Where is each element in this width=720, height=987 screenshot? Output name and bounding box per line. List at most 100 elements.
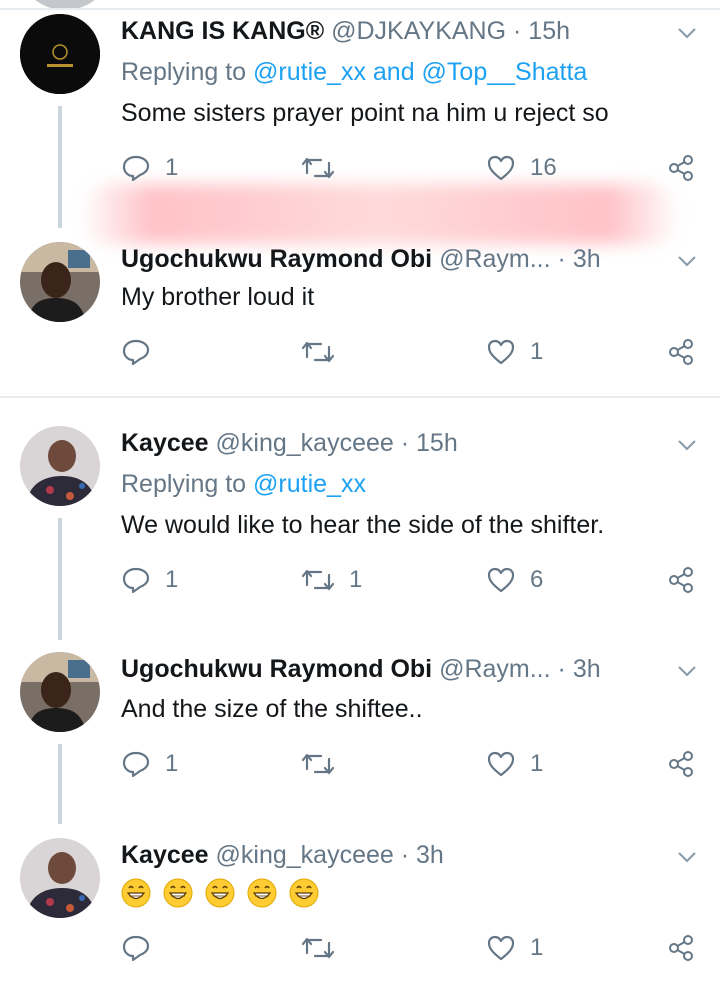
reply-icon [122,751,150,778]
timestamp[interactable]: 15h [416,429,458,457]
like-button[interactable]: 6 [486,562,543,598]
separator-dot: · [557,245,566,273]
timestamp[interactable]: 15h [528,17,570,45]
like-button[interactable]: 1 [486,746,543,782]
chevron-down-icon[interactable] [676,22,698,44]
share-button[interactable] [666,930,696,966]
user-handle[interactable]: @DJKAYKANG [331,17,506,45]
share-icon [669,155,693,181]
timestamp[interactable]: 3h [573,655,601,683]
like-count: 6 [530,566,544,593]
retweet-icon [301,569,335,591]
avatar[interactable] [20,242,100,322]
user-handle[interactable]: @Raym... [439,245,551,273]
display-name[interactable]: Ugochukwu Raymond Obi [121,245,432,273]
tweet-text: And the size of the shiftee.. [121,695,423,723]
tweet-header: Ugochukwu Raymond Obi @Raym... · 3h [121,242,670,276]
tweet-text: My brother loud it [121,283,315,311]
user-handle[interactable]: @king_kayceee [216,841,394,869]
reply-button[interactable]: 1 [121,746,178,782]
tweet-actions: 1 16 [121,150,701,186]
display-name[interactable]: KANG IS KANG® [121,17,324,45]
chevron-down-icon[interactable] [676,250,698,272]
like-button[interactable]: 16 [486,150,557,186]
reply-button[interactable]: 1 [121,150,178,186]
retweet-count: 1 [349,566,363,593]
tweet-raymond-2[interactable]: Ugochukwu Raymond Obi @Raym... · 3h And … [0,652,720,824]
reply-button[interactable] [121,930,165,966]
replying-to-label: Replying to [121,58,247,86]
reply-count: 1 [165,154,179,181]
like-icon [487,935,515,961]
reply-count: 1 [165,566,179,593]
thread-line [58,106,62,228]
replying-to-mentions[interactable]: @rutie_xx [253,470,366,498]
separator-dot: · [400,841,410,869]
grinning-emoji-icon [121,878,151,908]
display-name[interactable]: Ugochukwu Raymond Obi [121,655,432,683]
reply-icon [122,567,150,594]
retweet-button[interactable]: 1 [301,562,362,598]
retweet-button[interactable] [301,930,349,966]
tweet-kaycee-1[interactable]: Kaycee @king_kayceee · 15h Replying to @… [0,426,720,640]
user-handle[interactable]: @Raym... [439,655,551,683]
reply-icon [122,935,150,962]
divider [0,8,720,10]
like-count: 1 [530,934,544,961]
reply-button[interactable]: 1 [121,562,178,598]
share-button[interactable] [666,150,696,186]
tweet-actions: 1 [121,334,701,370]
replying-to-label: Replying to [121,470,247,498]
like-icon [487,751,515,777]
redacted-blur [80,184,680,244]
timestamp[interactable]: 3h [416,841,444,869]
like-button[interactable]: 1 [486,930,543,966]
tweet-text: We would like to hear the side of the sh… [121,511,605,539]
replying-to-mentions[interactable]: @rutie_xx and @Top__Shatta [253,58,587,86]
reply-button[interactable] [121,334,165,370]
timestamp[interactable]: 3h [573,245,601,273]
share-button[interactable] [666,562,696,598]
tweet-header: Kaycee @king_kayceee · 3h [121,838,670,872]
chevron-down-icon[interactable] [676,434,698,456]
retweet-icon [301,157,335,179]
like-button[interactable]: 1 [486,334,543,370]
avatar[interactable] [20,426,100,506]
display-name[interactable]: Kaycee [121,841,209,869]
retweet-button[interactable] [301,746,349,782]
tweet-kaycee-2[interactable]: Kaycee @king_kayceee · 3h 1 [0,838,720,987]
display-name[interactable]: Kaycee [121,429,209,457]
share-icon [669,751,693,777]
grinning-emoji-icon [247,878,277,908]
like-count: 1 [530,338,544,365]
divider [0,396,720,398]
share-button[interactable] [666,334,696,370]
tweet-header: KANG IS KANG® @DJKAYKANG · 15h [121,14,670,48]
retweet-button[interactable] [301,150,349,186]
share-icon [669,339,693,365]
tweet-kang[interactable]: KANG IS KANG® @DJKAYKANG · 15h Replying … [0,14,720,254]
replying-to: Replying to @rutie_xx [121,467,366,501]
user-handle[interactable]: @king_kayceee [216,429,394,457]
tweet-text: Some sisters prayer point na him u rejec… [121,99,609,127]
share-button[interactable] [666,746,696,782]
thread-line [58,744,62,824]
separator-dot: · [557,655,566,683]
replying-to: Replying to @rutie_xx and @Top__Shatta [121,55,587,89]
retweet-icon [301,753,335,775]
like-icon [487,155,515,181]
tweet-actions: 1 1 6 [121,562,701,598]
avatar[interactable] [20,14,100,94]
chevron-down-icon[interactable] [676,660,698,682]
tweet-header: Kaycee @king_kayceee · 15h [121,426,670,460]
reply-thread: KANG IS KANG® @DJKAYKANG · 15h Replying … [0,0,720,987]
avatar[interactable] [20,652,100,732]
avatar[interactable] [20,838,100,918]
tweet-raymond-1[interactable]: Ugochukwu Raymond Obi @Raym... · 3h My b… [0,242,720,392]
retweet-button[interactable] [301,334,349,370]
chevron-down-icon[interactable] [676,846,698,868]
retweet-icon [301,341,335,363]
like-count: 16 [530,154,557,181]
grinning-emoji-icon [163,878,193,908]
tweet-actions: 1 [121,930,701,966]
